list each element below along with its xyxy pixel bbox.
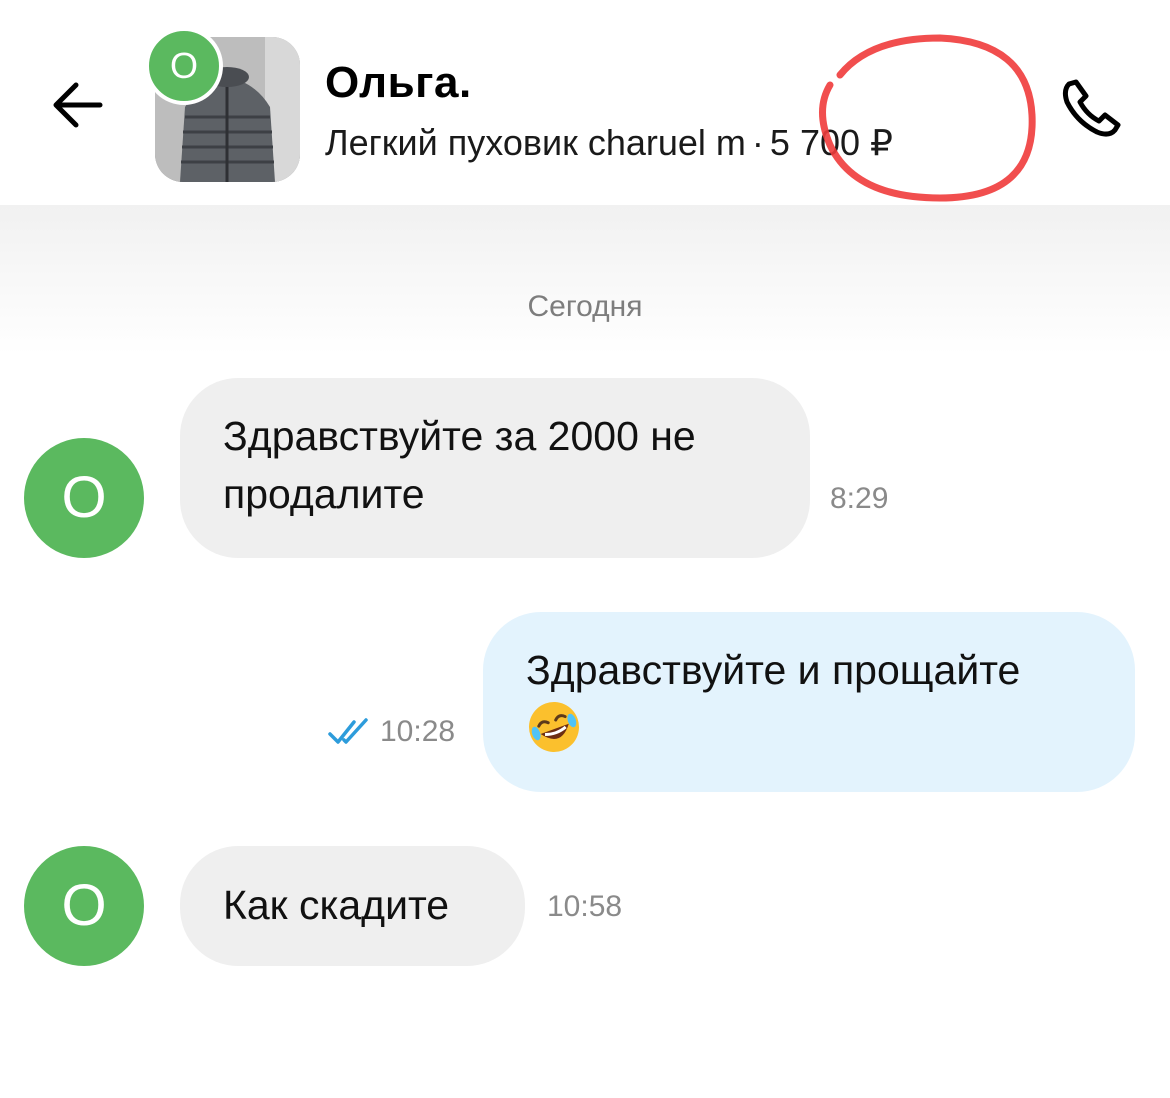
message-text-line: Здравствуйте и прощайте — [526, 647, 1021, 693]
message-time: 10:28 — [380, 715, 456, 748]
price-highlight-circle — [819, 34, 1036, 202]
chat-header: О Ольга. Легкий пуховик charuel m · 5 700 … — [0, 0, 1170, 205]
separator: · — [751, 122, 764, 163]
phone-call-icon[interactable] — [1055, 70, 1130, 145]
contact-name[interactable]: Ольга. — [325, 58, 472, 108]
message-bubble-incoming[interactable]: Как скадите — [180, 846, 525, 966]
listing-title: Легкий пуховик charuel m — [325, 122, 746, 163]
message-bubble-incoming[interactable]: Здравствуйте за 2000 не продалите — [180, 378, 810, 558]
message-text: Как скадите — [223, 882, 450, 928]
listing-price: 5 700 ₽ — [769, 122, 893, 163]
message-time: 10:58 — [547, 890, 623, 923]
message-bubble-outgoing[interactable]: Здравствуйте и прощайте — [483, 612, 1135, 792]
message-text-line: продалите — [223, 471, 425, 517]
header-shadow — [0, 205, 1170, 355]
message-text-line: Здравствуйте за 2000 не — [223, 413, 696, 459]
date-divider: Сегодня — [527, 290, 643, 323]
back-arrow-icon[interactable] — [48, 75, 108, 135]
listing-thumbnail[interactable]: О — [145, 27, 305, 187]
read-checkmarks-icon — [328, 718, 368, 744]
contact-avatar[interactable]: О — [24, 846, 144, 966]
laughing-emoji-icon — [526, 699, 582, 770]
contact-avatar[interactable]: О — [24, 438, 144, 558]
listing-info[interactable]: Легкий пуховик charuel m · 5 700 ₽ — [325, 122, 893, 164]
contact-mini-avatar: О — [145, 27, 223, 105]
message-time: 8:29 — [830, 482, 889, 515]
